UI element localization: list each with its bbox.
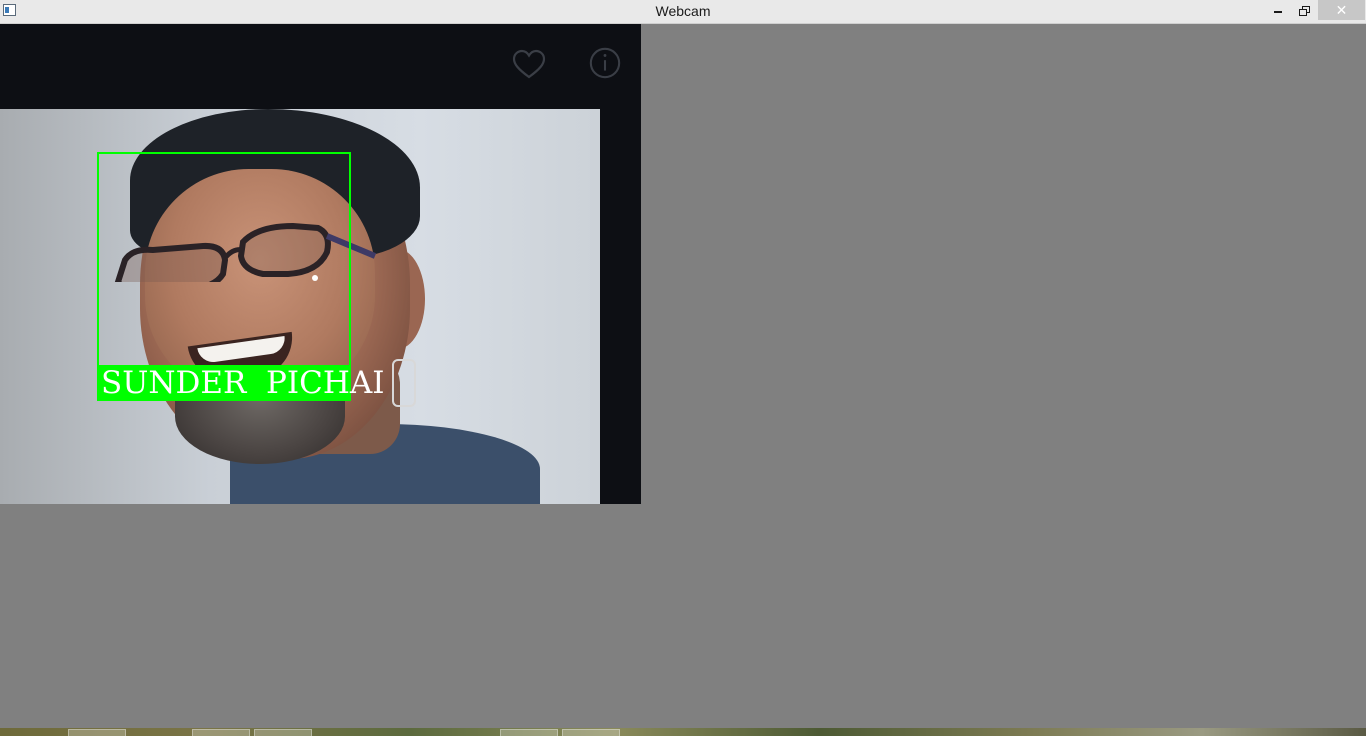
webcam-window: Webcam ✕ SUNDER PICHAI <box>0 0 1366 728</box>
taskbar-item[interactable] <box>562 729 620 736</box>
minimize-button[interactable] <box>1265 0 1291 20</box>
subject-earring <box>392 359 416 407</box>
info-icon <box>588 46 622 80</box>
taskbar-item[interactable] <box>192 729 250 736</box>
taskbar-item[interactable] <box>254 729 312 736</box>
video-frame: SUNDER PICHAI <box>0 24 641 504</box>
restore-button[interactable] <box>1291 0 1317 20</box>
heart-icon <box>512 48 546 82</box>
taskbar-item[interactable] <box>68 729 126 736</box>
restore-icon <box>1299 5 1310 16</box>
window-title: Webcam <box>655 3 711 19</box>
title-bar[interactable]: Webcam ✕ <box>0 0 1366 24</box>
close-button[interactable]: ✕ <box>1318 0 1365 20</box>
taskbar-item[interactable] <box>500 729 558 736</box>
face-detection-box <box>97 152 351 367</box>
close-icon: ✕ <box>1335 1 1348 18</box>
taskbar <box>0 728 1366 736</box>
minimize-icon <box>1274 11 1282 13</box>
face-label: SUNDER PICHAI <box>101 365 385 401</box>
